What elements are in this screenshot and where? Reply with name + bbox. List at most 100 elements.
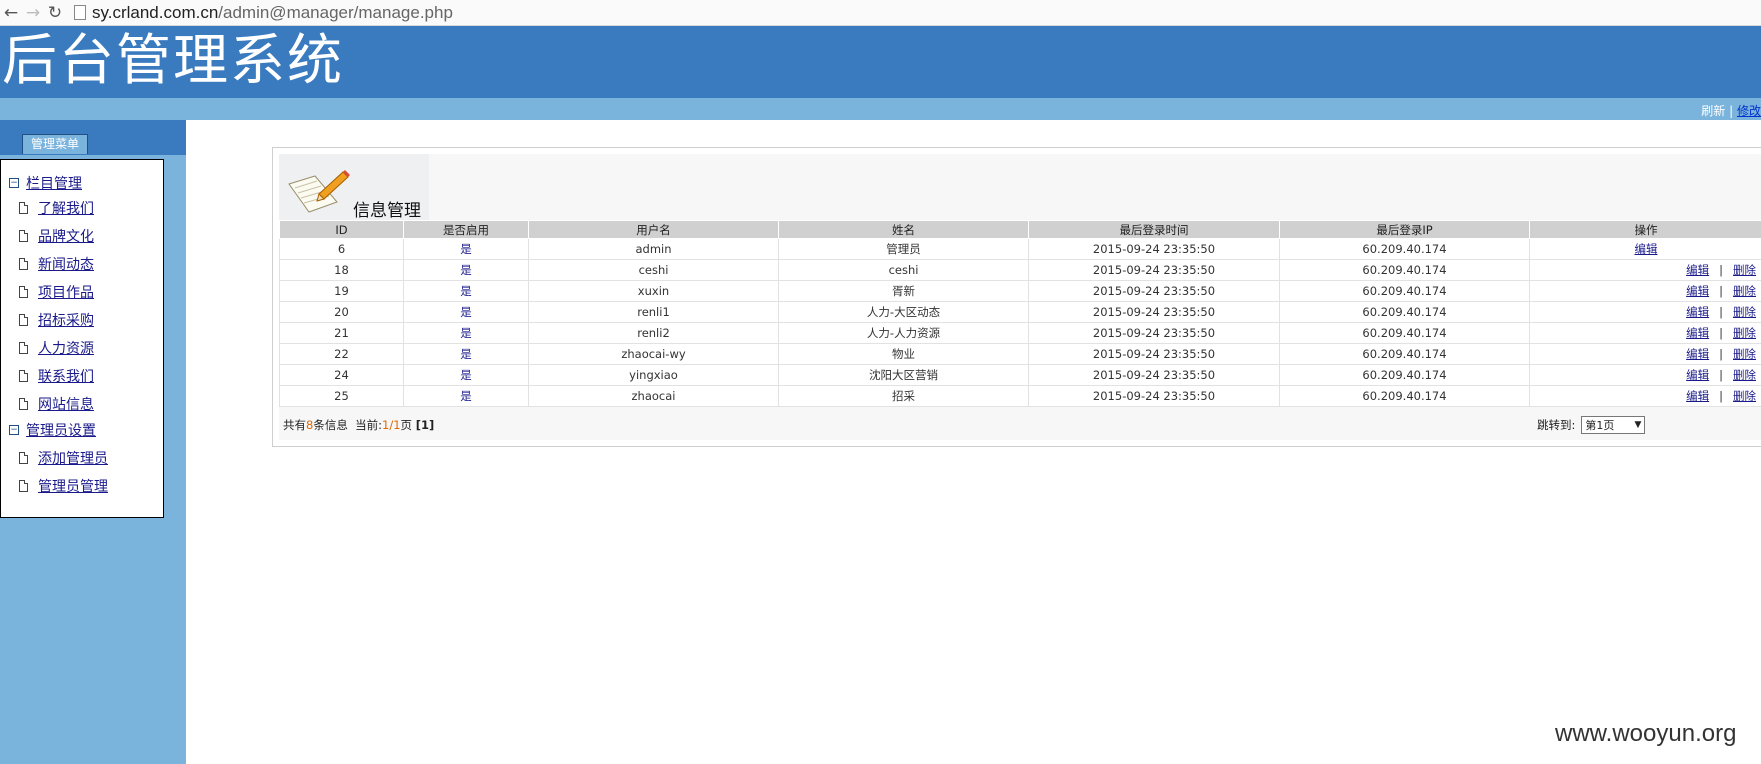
sidebar-item-label[interactable]: 品牌文化 — [38, 226, 94, 246]
edit-link[interactable]: 编辑 — [1686, 368, 1709, 382]
panel-title-area: 信息管理 — [279, 154, 429, 222]
delete-link[interactable]: 删除 — [1733, 347, 1756, 361]
sidebar-item-add-admin[interactable]: 添加管理员 — [19, 448, 108, 468]
cell-id: 22 — [279, 343, 404, 365]
document-icon — [19, 230, 28, 242]
sidebar-item-hr[interactable]: 人力资源 — [19, 338, 94, 358]
modify-link[interactable]: 修改 — [1737, 104, 1761, 118]
sidebar-menu: − 栏目管理 了解我们 品牌文化 新闻动态 项目作品 招标采购 人力资源 联系我… — [0, 159, 164, 518]
table-row: 19 是 xuxin 胥新 2015-09-24 23:35:50 60.209… — [279, 280, 1761, 302]
sidebar-item-label[interactable]: 项目作品 — [38, 282, 94, 302]
edit-link[interactable]: 编辑 — [1686, 326, 1709, 340]
cell-id: 19 — [279, 280, 404, 302]
forward-button[interactable]: → — [22, 2, 44, 24]
edit-link[interactable]: 编辑 — [1635, 242, 1658, 256]
edit-link[interactable]: 编辑 — [1686, 263, 1709, 277]
document-icon — [19, 452, 28, 464]
cell-enabled: 是 — [403, 343, 529, 365]
cell-enabled: 是 — [403, 364, 529, 386]
menu-group-columns[interactable]: − 栏目管理 — [9, 173, 82, 193]
delete-link[interactable]: 删除 — [1733, 368, 1756, 382]
edit-link[interactable]: 编辑 — [1686, 389, 1709, 403]
cell-last-login-time: 2015-09-24 23:35:50 — [1028, 322, 1280, 344]
cell-username: ceshi — [528, 259, 779, 281]
cell-last-login-time: 2015-09-24 23:35:50 — [1028, 238, 1280, 260]
edit-link[interactable]: 编辑 — [1686, 284, 1709, 298]
cell-name: 招采 — [778, 385, 1029, 407]
column-header-username: 用户名 — [528, 220, 779, 239]
edit-link[interactable]: 编辑 — [1686, 305, 1709, 319]
sidebar-item-label[interactable]: 人力资源 — [38, 338, 94, 358]
table-row: 24 是 yingxiao 沈阳大区营销 2015-09-24 23:35:50… — [279, 364, 1761, 386]
column-header-last-login-ip: 最后登录IP — [1279, 220, 1530, 239]
edit-link[interactable]: 编辑 — [1686, 347, 1709, 361]
cell-last-login-time: 2015-09-24 23:35:50 — [1028, 280, 1280, 302]
sidebar-item-bidding[interactable]: 招标采购 — [19, 310, 94, 330]
sidebar-item-label[interactable]: 招标采购 — [38, 310, 94, 330]
delete-link[interactable]: 删除 — [1733, 305, 1756, 319]
page-select-value: 第1页 — [1585, 419, 1615, 432]
cell-actions: 编辑 | 删除 — [1529, 322, 1761, 344]
cell-last-login-ip: 60.209.40.174 — [1279, 301, 1530, 323]
delete-link[interactable]: 删除 — [1733, 326, 1756, 340]
sidebar-item-brand[interactable]: 品牌文化 — [19, 226, 94, 246]
cell-actions: 编辑 | 删除 — [1529, 301, 1761, 323]
delete-link[interactable]: 删除 — [1733, 389, 1756, 403]
record-count: 8 — [306, 418, 314, 432]
url-host: sy.crland.com.cn — [92, 2, 219, 22]
sidebar-tab-manage-menu[interactable]: 管理菜单 — [22, 134, 88, 154]
menu-group-label[interactable]: 栏目管理 — [26, 173, 82, 193]
collapse-icon[interactable]: − — [9, 425, 19, 435]
collapse-icon[interactable]: − — [9, 178, 19, 188]
table-row: 22 是 zhaocai-wy 物业 2015-09-24 23:35:50 6… — [279, 343, 1761, 365]
arrow-right-icon: → — [25, 2, 41, 23]
document-icon — [19, 370, 28, 382]
cell-actions: 编辑 | 删除 — [1529, 259, 1761, 281]
table-row: 25 是 zhaocai 招采 2015-09-24 23:35:50 60.2… — [279, 385, 1761, 407]
document-icon — [19, 202, 28, 214]
cell-username: xuxin — [528, 280, 779, 302]
cell-last-login-ip: 60.209.40.174 — [1279, 238, 1530, 260]
cell-enabled: 是 — [403, 259, 529, 281]
cell-actions: 编辑 | 删除 — [1529, 364, 1761, 386]
refresh-link[interactable]: 刷新 — [1701, 104, 1725, 118]
sidebar-item-projects[interactable]: 项目作品 — [19, 282, 94, 302]
cell-enabled: 是 — [403, 385, 529, 407]
menu-group-label[interactable]: 管理员设置 — [26, 420, 96, 440]
cell-username: admin — [528, 238, 779, 260]
sidebar-item-label[interactable]: 管理员管理 — [38, 476, 108, 496]
arrow-left-icon: ← — [3, 2, 19, 23]
menu-group-admin[interactable]: − 管理员设置 — [9, 420, 96, 440]
cell-enabled: 是 — [403, 238, 529, 260]
panel-title: 信息管理 — [353, 201, 421, 221]
cell-last-login-time: 2015-09-24 23:35:50 — [1028, 385, 1280, 407]
back-button[interactable]: ← — [0, 2, 22, 24]
delete-link[interactable]: 删除 — [1733, 284, 1756, 298]
sidebar-item-admin-manage[interactable]: 管理员管理 — [19, 476, 108, 496]
cell-enabled: 是 — [403, 280, 529, 302]
dropdown-arrow-icon: ▼ — [1634, 420, 1642, 430]
sidebar-item-label[interactable]: 添加管理员 — [38, 448, 108, 468]
sidebar-item-label[interactable]: 联系我们 — [38, 366, 94, 386]
page-select[interactable]: 第1页 ▼ — [1581, 416, 1646, 434]
cell-name: 胥新 — [778, 280, 1029, 302]
sidebar-item-news[interactable]: 新闻动态 — [19, 254, 94, 274]
ops-separator: | — [1719, 389, 1723, 403]
reload-button[interactable]: ↻ — [44, 2, 66, 24]
jump-label: 跳转到: — [1537, 418, 1576, 432]
current-page: 1/1 — [382, 418, 401, 432]
ops-separator: | — [1719, 347, 1723, 361]
sidebar-item-contact[interactable]: 联系我们 — [19, 366, 94, 386]
sidebar-item-label[interactable]: 新闻动态 — [38, 254, 94, 274]
sidebar-item-about[interactable]: 了解我们 — [19, 198, 94, 218]
cell-last-login-ip: 60.209.40.174 — [1279, 343, 1530, 365]
delete-link[interactable]: 删除 — [1733, 263, 1756, 277]
sidebar-item-site-info[interactable]: 网站信息 — [19, 394, 94, 414]
column-header-id: ID — [279, 220, 404, 239]
table-row: 6 是 admin 管理员 2015-09-24 23:35:50 60.209… — [279, 238, 1761, 260]
cell-enabled: 是 — [403, 322, 529, 344]
sidebar-item-label[interactable]: 了解我们 — [38, 198, 94, 218]
page-links[interactable]: [1] — [416, 418, 435, 432]
sidebar-item-label[interactable]: 网站信息 — [38, 394, 94, 414]
address-bar[interactable]: sy.crland.com.cn/admin@manager/manage.ph… — [92, 3, 453, 23]
